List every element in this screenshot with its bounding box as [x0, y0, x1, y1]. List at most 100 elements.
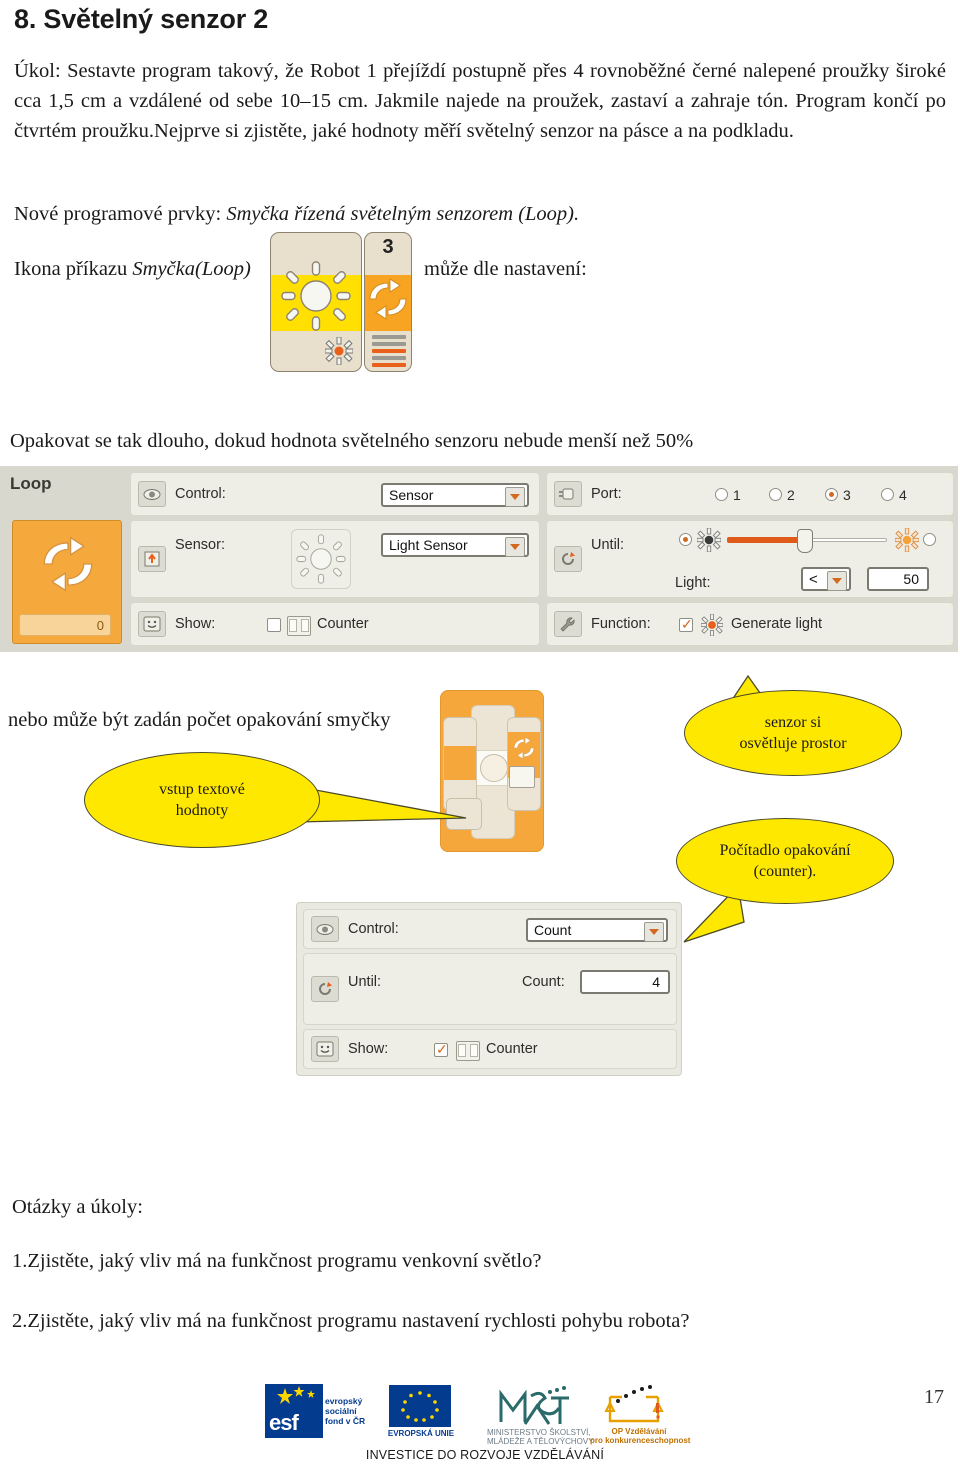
loop-tile: 3 — [364, 232, 412, 372]
new-programming-elements-line: Nové programové prvky: Smyčka řízená svě… — [14, 199, 714, 229]
function-row: Function: Generate light — [546, 602, 954, 646]
port-radio-3-label: 3 — [843, 487, 851, 503]
loop-count-label: 3 — [382, 236, 394, 258]
callout-text-input: vstup textové hodnoty — [84, 752, 467, 864]
callout-text-input-line2: hodnoty — [175, 802, 229, 819]
esf-caption-line1: evropský — [325, 1396, 363, 1406]
intro-paragraph: Úkol: Sestavte program takový, že Robot … — [14, 60, 946, 142]
eu-caption: EVROPSKÁ UNIE — [387, 1429, 455, 1438]
show-counter-label: Counter — [486, 1041, 538, 1057]
light-sensor-tile — [270, 232, 362, 372]
op-caption-line1: OP Vzdělávání — [611, 1427, 667, 1436]
generate-light-icon — [325, 337, 353, 365]
plug-icon — [554, 481, 582, 507]
msmt-mark-icon — [499, 1386, 569, 1425]
display-icon — [138, 611, 166, 637]
comparator-dropdown[interactable]: < — [801, 567, 851, 591]
sun-icon — [296, 534, 346, 584]
port-radio-4-label: 4 — [899, 487, 907, 503]
eye-icon — [138, 481, 166, 507]
msmt-caption: MINISTERSTVO ŠKOLSTVÍ, MLÁDEŽE A TĚLOVÝC… — [487, 1428, 594, 1446]
port-radio-2[interactable] — [769, 488, 782, 501]
repeat-until-caption: Opakovat se tak dlouho, dokud hodnota sv… — [10, 430, 694, 452]
chevron-down-icon[interactable] — [644, 922, 664, 942]
sun-icon — [281, 261, 351, 331]
count-label: Count: — [522, 974, 565, 990]
loop-arrows-icon — [43, 536, 93, 592]
wrench-icon — [554, 611, 582, 637]
icon-line-emphasis: Smyčka(Loop) — [132, 258, 251, 280]
dark-light-icon — [697, 528, 721, 552]
esf-caption-line3: fond v ČR — [325, 1416, 366, 1426]
callout-counter: Počítadlo opakování (counter). — [676, 818, 906, 943]
callout-text-input-body: vstup textové hodnoty — [84, 752, 320, 848]
until-label: Until: — [348, 974, 382, 990]
control-dropdown-value: Sensor — [389, 487, 434, 503]
callout-sensor-light-line1: senzor si — [764, 714, 822, 731]
port-radio-1-label: 1 — [733, 487, 741, 503]
counter-icon — [456, 1041, 480, 1061]
footer-logos: esf evropský sociální fond v ČR EVROPSKÁ… — [265, 1384, 705, 1464]
question-item-2: 2.Zjistěte, jaký vliv má na funkčnost pr… — [12, 1310, 690, 1332]
msmt-caption-line1: MINISTERSTVO ŠKOLSTVÍ, — [487, 1428, 591, 1437]
chevron-down-icon[interactable] — [827, 571, 847, 591]
light-threshold-label: Light: — [675, 575, 711, 591]
count-input[interactable]: 4 — [580, 970, 670, 994]
port-radio-1[interactable] — [715, 488, 728, 501]
new-elements-prefix: Nové programové prvky: — [14, 203, 227, 225]
loop-block-circle — [480, 754, 508, 782]
counter-icon — [287, 616, 311, 636]
control-dropdown[interactable]: Sensor — [381, 483, 529, 507]
loop-arrows-icon — [513, 736, 535, 760]
chevron-down-icon[interactable] — [505, 487, 525, 507]
until-time-mode-radio[interactable] — [923, 533, 936, 546]
loop-block-counter-tab[interactable] — [507, 717, 541, 811]
callout-sensor-light-body: senzor si osvětluje prostor — [684, 690, 902, 776]
show-counter-checkbox[interactable] — [267, 618, 281, 632]
show-counter-checkbox[interactable] — [434, 1041, 448, 1058]
callout-counter-line2: (counter). — [753, 863, 817, 880]
eu-logo: EVROPSKÁ UNIE — [388, 1385, 454, 1438]
sensor-dropdown[interactable]: Light Sensor — [381, 533, 529, 557]
until-slider-thumb[interactable] — [797, 529, 813, 553]
callout-sensor-light: senzor si osvětluje prostor — [684, 674, 914, 786]
generate-light-checkbox[interactable] — [679, 616, 693, 633]
loop-icon-line-prefix: Ikona příkazu Smyčka(Loop) — [14, 258, 251, 281]
counter-icon — [509, 766, 535, 788]
until-row: Until: Light: < 50 — [546, 520, 954, 598]
callout-text-input-line1: vstup textové — [159, 781, 245, 798]
display-icon — [311, 1036, 339, 1062]
show-row: Show: Counter — [303, 1029, 677, 1069]
control-dropdown-value: Count — [534, 922, 572, 938]
until-sensor-mode-radio[interactable] — [679, 533, 692, 546]
sensor-label: Sensor: — [175, 537, 225, 553]
msmt-caption-line2: MLÁDEŽE A TĚLOVÝCHOVY — [487, 1437, 594, 1446]
port-radio-3[interactable] — [825, 488, 838, 501]
bright-light-icon — [895, 528, 919, 552]
light-threshold-input[interactable]: 50 — [867, 567, 929, 591]
loop-palette-icon: 3 — [270, 232, 412, 372]
light-sensor-icon-box — [291, 529, 351, 589]
generate-light-icon — [701, 614, 723, 636]
port-radio-4[interactable] — [881, 488, 894, 501]
esf-flag-box: esf — [265, 1384, 323, 1438]
questions-heading: Otázky a úkoly: — [12, 1196, 143, 1218]
page-title: 8. Světelný senzor 2 — [14, 4, 269, 34]
sensor-dropdown-value: Light Sensor — [389, 537, 468, 553]
control-label: Control: — [175, 486, 226, 502]
chevron-down-icon[interactable] — [505, 537, 525, 557]
callout-counter-line1: Počítadlo opakování — [719, 842, 851, 859]
page-number: 17 — [924, 1386, 944, 1408]
op-caption: OP Vzdělávání pro konkurenceschopnost — [590, 1427, 691, 1445]
esf-caption-line2: sociální — [325, 1406, 357, 1416]
icon-line-prefix-text: Ikona příkazu — [14, 258, 133, 280]
count-config-panel: Control: Count Until: Count: 4 Show: Cou… — [296, 902, 682, 1076]
control-dropdown[interactable]: Count — [526, 918, 668, 942]
control-label: Control: — [348, 921, 399, 937]
op-caption-line2: pro konkurenceschopnost — [590, 1436, 691, 1445]
until-loop-icon — [311, 976, 339, 1002]
until-slider-fill — [727, 537, 805, 543]
esf-logo: esf evropský sociální fond v ČR — [265, 1384, 365, 1438]
loop-arrows-icon — [369, 278, 407, 320]
port-radio-2-label: 2 — [787, 487, 795, 503]
